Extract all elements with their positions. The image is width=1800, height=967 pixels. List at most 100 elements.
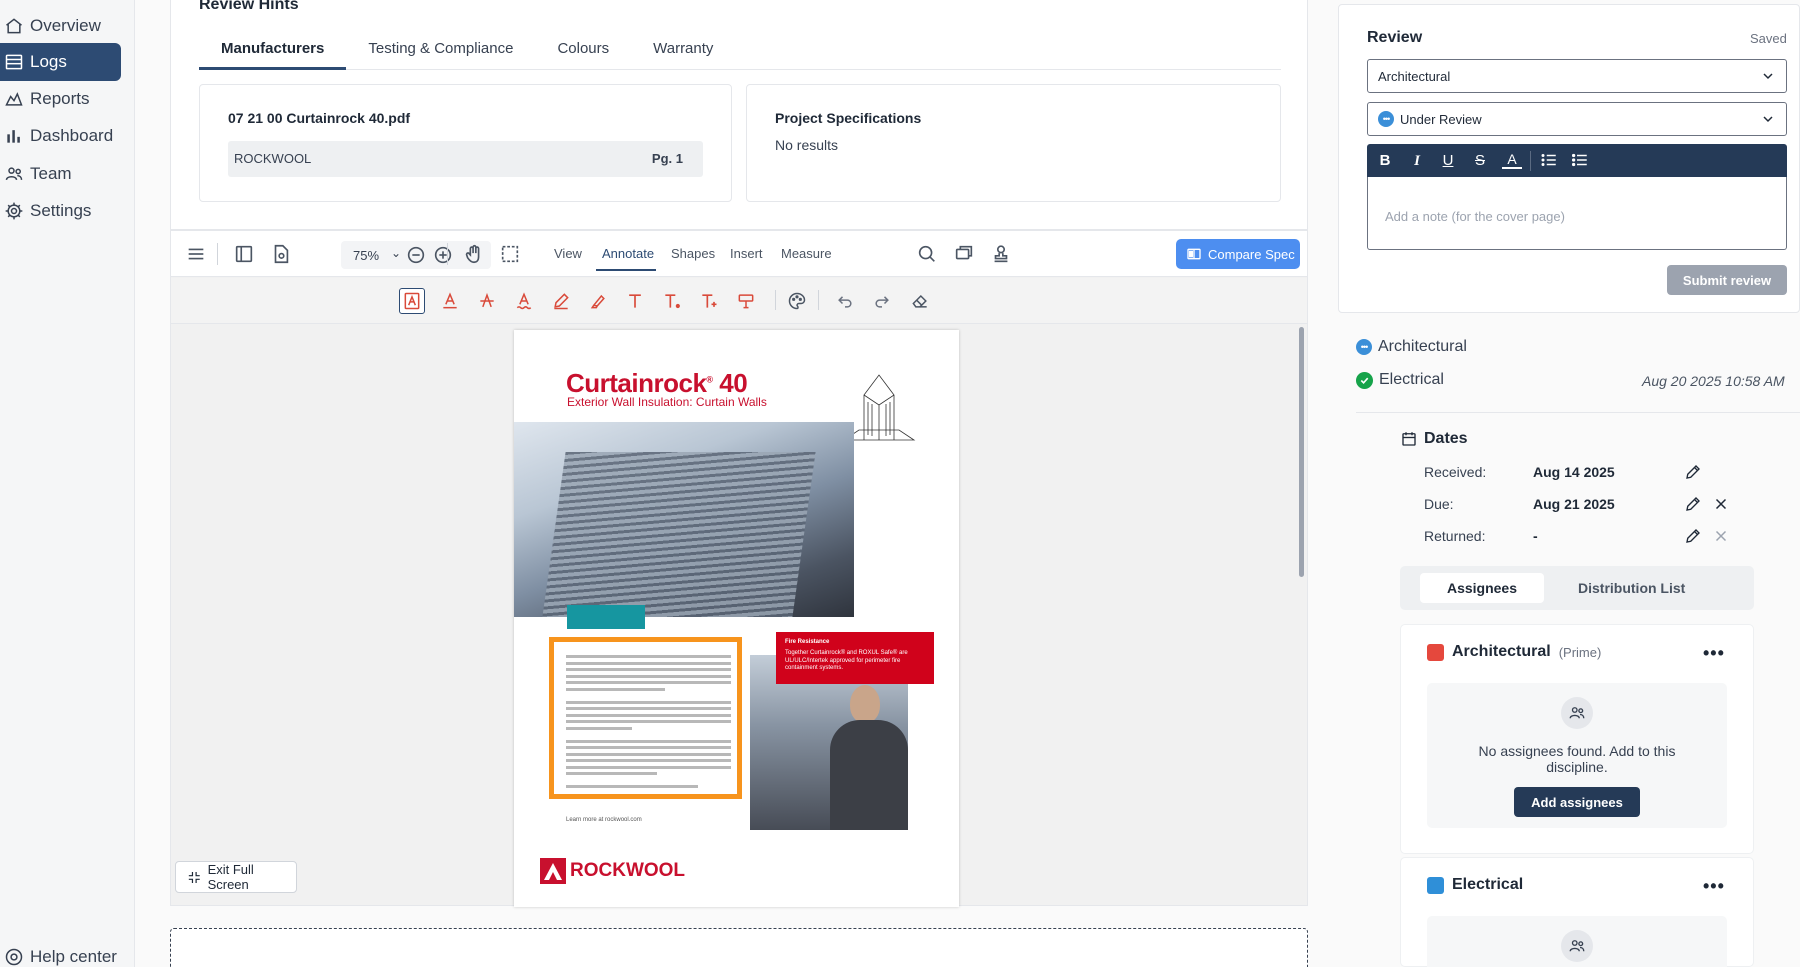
sidebar-item-label: Settings — [30, 201, 92, 220]
tab-annotate[interactable]: Annotate — [602, 246, 654, 261]
tab-testing-compliance[interactable]: Testing & Compliance — [346, 36, 535, 70]
sidebar-item-label: Reports — [30, 89, 90, 108]
compare-icon — [1187, 248, 1201, 260]
rectangle-annotation[interactable] — [549, 637, 742, 799]
tab-manufacturers[interactable]: Manufacturers — [199, 36, 347, 70]
sidebar-item-settings[interactable]: Settings — [0, 192, 121, 230]
strikeout-tool-icon[interactable] — [474, 288, 500, 314]
discipline-color-swatch — [1427, 876, 1444, 894]
bold-button[interactable]: B — [1375, 151, 1395, 171]
tab-insert[interactable]: Insert — [730, 246, 763, 261]
more-options-icon[interactable]: ••• — [1703, 876, 1725, 897]
pdf-page[interactable]: Curtainrock® 40 Exterior Wall Insulation… — [514, 330, 959, 907]
list-icon — [5, 54, 23, 70]
panel-toggle-icon[interactable] — [233, 243, 255, 265]
compare-spec-button[interactable]: Compare Spec — [1176, 239, 1300, 269]
tab-colours[interactable]: Colours — [535, 36, 631, 70]
pan-hand-icon[interactable] — [463, 243, 485, 265]
chevron-down-icon — [1763, 73, 1773, 80]
tab-shapes[interactable]: Shapes — [671, 246, 715, 261]
upload-dropzone[interactable] — [170, 928, 1308, 967]
text-replace-tool-icon[interactable] — [733, 288, 759, 314]
zoom-in-icon[interactable] — [432, 244, 454, 266]
eraser-icon[interactable] — [907, 288, 933, 314]
page-settings-icon[interactable] — [270, 243, 292, 265]
ordered-list-icon[interactable] — [1539, 151, 1559, 171]
received-date: Aug 14 2025 — [1533, 464, 1615, 480]
clear-returned-close-icon[interactable] — [1712, 527, 1730, 545]
bullet-list-icon[interactable] — [1570, 151, 1590, 171]
chevron-down-icon — [1763, 116, 1773, 123]
strikethrough-button[interactable]: S — [1470, 151, 1490, 171]
viewer-scrollbar[interactable] — [1299, 327, 1304, 577]
callout-text-tool-icon[interactable] — [659, 288, 685, 314]
menu-icon[interactable] — [185, 243, 207, 265]
tab-view[interactable]: View — [554, 246, 582, 261]
squiggly-tool-icon[interactable] — [511, 288, 537, 314]
pdf-subtitle: Exterior Wall Insulation: Curtain Walls — [567, 395, 767, 409]
text-highlight-tool-icon[interactable] — [399, 288, 425, 314]
toolbar-divider — [1530, 151, 1531, 171]
project-specs-result: No results — [775, 137, 839, 153]
underline-button[interactable]: U — [1438, 151, 1458, 171]
returned-label: Returned: — [1424, 528, 1486, 544]
help-center-label: Help center — [30, 947, 117, 966]
status-select[interactable]: ••• Under Review — [1367, 102, 1787, 136]
viewer-toolbar: 75% ⌄ View Annotate Shapes Insert Measur… — [171, 231, 1307, 277]
add-assignees-button[interactable]: Add assignees — [1514, 787, 1640, 817]
sidebar-item-dashboard[interactable]: Dashboard — [0, 117, 121, 155]
review-hints-card: Review Hints Manufacturers Testing & Com… — [170, 0, 1308, 230]
italic-button[interactable]: I — [1407, 151, 1427, 171]
more-options-icon[interactable]: ••• — [1703, 643, 1725, 664]
tab-distribution-list[interactable]: Distribution List — [1578, 580, 1685, 596]
manufacturer-row[interactable]: ROCKWOOL Pg. 1 — [228, 141, 703, 177]
fire-resistance-box: Fire Resistance Together Curtainrock® an… — [776, 632, 934, 684]
undo-icon[interactable] — [832, 288, 858, 314]
palette-icon[interactable] — [784, 288, 810, 314]
discipline-row-electrical[interactable]: Electrical — [1356, 371, 1444, 389]
search-icon[interactable] — [916, 243, 938, 265]
text-insert-tool-icon[interactable] — [696, 288, 722, 314]
help-center-link[interactable]: Help center — [0, 938, 121, 967]
bar-chart-icon — [7, 130, 20, 143]
exit-full-screen-button[interactable]: Exit Full Screen — [175, 861, 297, 893]
sidebar-item-reports[interactable]: Reports — [0, 80, 121, 118]
edit-due-pencil-icon[interactable] — [1684, 495, 1702, 513]
tab-warranty[interactable]: Warranty — [631, 36, 735, 70]
empty-assignees-message: No assignees found. Add to this discipli… — [1478, 743, 1676, 776]
sidebar-item-logs[interactable]: Logs — [0, 43, 121, 81]
select-area-icon[interactable] — [499, 243, 521, 265]
discipline-name: Electrical — [1379, 371, 1444, 388]
edit-received-pencil-icon[interactable] — [1684, 463, 1702, 481]
toolbar-divider — [217, 243, 218, 265]
discipline-color-swatch — [1427, 643, 1444, 661]
discipline-select[interactable]: Architectural — [1367, 59, 1787, 93]
pen-tool-icon[interactable] — [548, 288, 574, 314]
text-color-button[interactable]: A — [1502, 151, 1522, 169]
tab-measure[interactable]: Measure — [781, 246, 832, 261]
clear-due-close-icon[interactable] — [1712, 495, 1730, 513]
zoom-out-icon[interactable] — [405, 244, 427, 266]
discipline-row-architectural[interactable]: ••• Architectural — [1356, 338, 1467, 356]
comments-icon[interactable] — [953, 243, 975, 265]
collapse-icon — [188, 871, 200, 883]
sidebar-item-overview[interactable]: Overview — [0, 7, 121, 45]
sidebar-item-team[interactable]: Team — [0, 155, 121, 193]
check-circle-icon — [1356, 371, 1373, 389]
discipline-completed-date: Aug 20 2025 10:58 AM — [1642, 373, 1785, 389]
edit-returned-pencil-icon[interactable] — [1684, 527, 1702, 545]
tab-assignees[interactable]: Assignees — [1420, 573, 1544, 603]
assignee-card-electrical: Electrical ••• — [1400, 857, 1754, 967]
assignee-card-header: Architectural (Prime) — [1427, 643, 1601, 661]
highlighter-tool-icon[interactable] — [585, 288, 611, 314]
pdf-viewer: 75% ⌄ View Annotate Shapes Insert Measur… — [170, 230, 1308, 907]
underline-tool-icon[interactable] — [437, 288, 463, 314]
free-text-tool-icon[interactable] — [622, 288, 648, 314]
stamp-icon[interactable] — [990, 243, 1012, 265]
review-note-editor[interactable]: Add a note (for the cover page) — [1367, 177, 1787, 250]
submit-review-button[interactable]: Submit review — [1667, 265, 1787, 295]
assignee-discipline-name: Electrical — [1452, 876, 1524, 893]
chevron-down-icon[interactable]: ⌄ — [391, 246, 401, 260]
redo-icon[interactable] — [869, 288, 895, 314]
rich-text-toolbar: B I U S A — [1367, 144, 1787, 177]
